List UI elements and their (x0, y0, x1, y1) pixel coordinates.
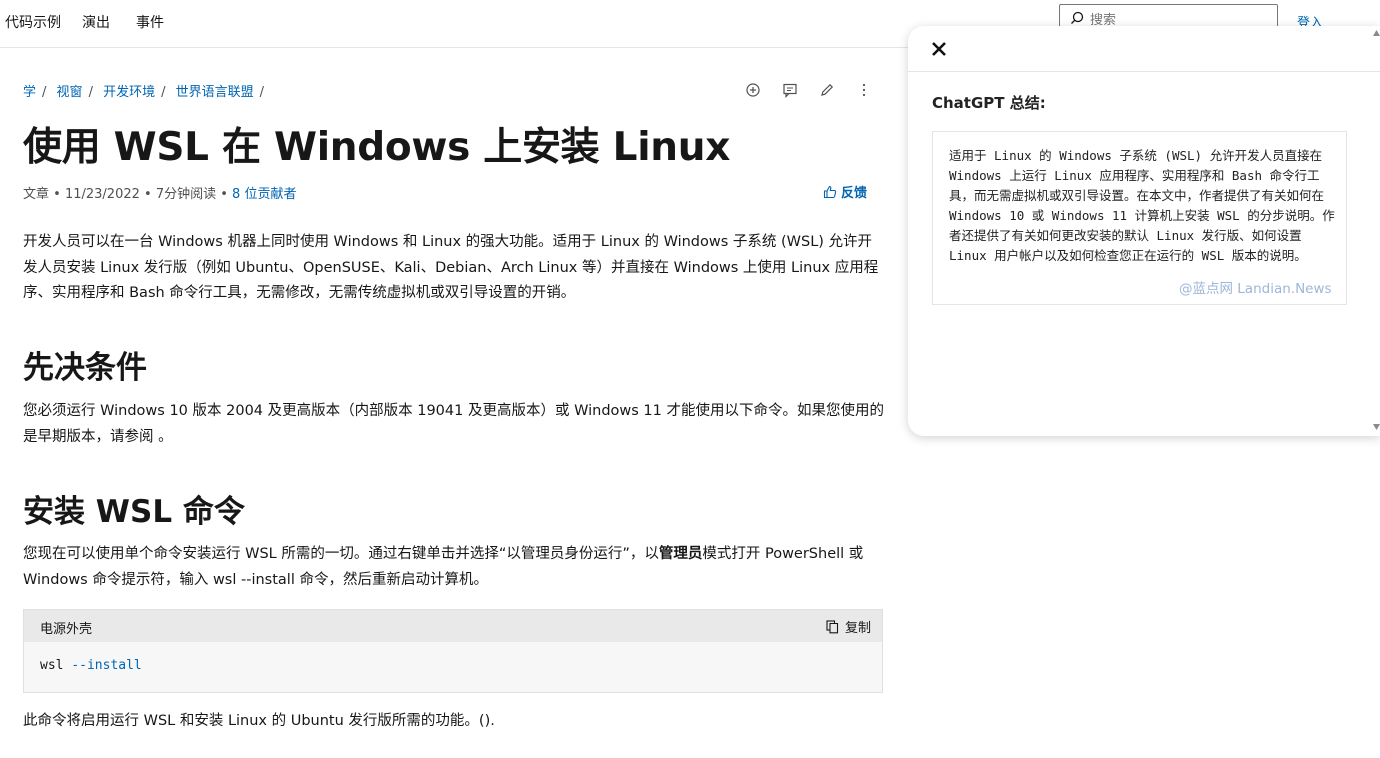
code-argument: --install (71, 658, 142, 673)
copy-button[interactable]: 复制 (826, 617, 871, 636)
feedback-label: 反馈 (841, 186, 868, 201)
prereq-paragraph: 您必须运行 Windows 10 版本 2004 及更高版本（内部版本 1904… (23, 403, 884, 445)
thumbs-up-icon (823, 185, 837, 199)
add-collection-icon[interactable] (745, 82, 761, 98)
meta-type: 文章 (23, 187, 50, 202)
summary-box: 适用于 Linux 的 Windows 子系统 (WSL) 允许开发人员直接在 … (932, 131, 1347, 305)
meta-date: 11/23/2022 (64, 187, 140, 202)
edit-pencil-icon[interactable] (819, 82, 835, 98)
nav-item-events[interactable]: 事件 (136, 12, 164, 32)
comment-icon[interactable] (782, 82, 798, 98)
breadcrumb-item[interactable]: 视窗 (57, 85, 83, 100)
chatgpt-summary-panel: ChatGPT 总结: 适用于 Linux 的 Windows 子系统 (WSL… (908, 26, 1380, 436)
copy-icon (826, 620, 839, 634)
search-icon (1071, 11, 1084, 24)
code-command: wsl (40, 658, 64, 673)
more-options-icon[interactable] (856, 82, 872, 98)
breadcrumb-item[interactable]: 学 (23, 85, 36, 100)
copy-label: 复制 (845, 621, 872, 636)
heading-prerequisites: 先决条件 (23, 350, 147, 386)
code-block: 电源外壳 复制 wsl --install (23, 609, 883, 693)
scroll-down-arrow-icon[interactable] (1373, 424, 1380, 430)
code-content: wsl --install (40, 658, 142, 673)
heading-install: 安装 WSL 命令 (23, 494, 245, 530)
chatgpt-summary-title: ChatGPT 总结: (932, 94, 1046, 112)
summary-text: 适用于 Linux 的 Windows 子系统 (WSL) 允许开发人员直接在 … (949, 148, 1335, 263)
contributors-link[interactable]: 8 位贡献者 (232, 187, 296, 202)
feedback-button[interactable]: 反馈 (823, 182, 867, 201)
page-title: 使用 WSL 在 Windows 上安装 Linux (23, 125, 731, 170)
watermark: @蓝点网 Landian.News (1179, 281, 1332, 297)
after-code-paragraph: 此命令将启用运行 WSL 和安装 Linux 的 Ubuntu 发行版所需的功能… (23, 713, 495, 729)
breadcrumb-item[interactable]: 世界语言联盟 (176, 85, 254, 100)
close-icon[interactable] (930, 40, 948, 58)
install-paragraph: 您现在可以使用单个命令安装运行 WSL 所需的一切。通过右键单击并选择“以管理员… (23, 546, 864, 588)
breadcrumb: 学 / 视窗 / 开发环境 / 世界语言联盟 / (23, 85, 265, 100)
panel-divider (908, 71, 1380, 72)
nav-item-shows[interactable]: 演出 (82, 12, 110, 32)
admin-bold: 管理员 (658, 546, 703, 562)
nav-item-code-samples[interactable]: 代码示例 (5, 12, 61, 32)
scroll-up-arrow-icon[interactable] (1373, 30, 1380, 36)
code-language: 电源外壳 (40, 622, 93, 637)
code-block-header: 电源外壳 复制 (24, 610, 882, 642)
article-meta: 文章 • 11/23/2022 • 7分钟阅读 • 8 位贡献者 (23, 187, 297, 202)
meta-read-time: 7分钟阅读 (155, 187, 217, 202)
intro-paragraph: 开发人员可以在一台 Windows 机器上同时使用 Windows 和 Linu… (23, 234, 879, 301)
breadcrumb-item[interactable]: 开发环境 (103, 85, 155, 100)
